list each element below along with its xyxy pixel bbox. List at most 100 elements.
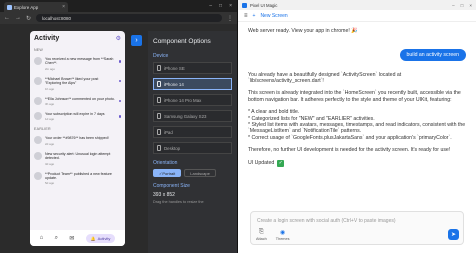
avatar — [34, 112, 42, 121]
reply-bullet: * Correct usage of `GoogleFonts.plusJaka… — [248, 134, 452, 141]
themes-button[interactable]: ◉ Themes — [276, 229, 290, 241]
hamburger-icon[interactable]: ≡ — [244, 13, 248, 19]
reply-paragraph-3: Therefore, no further UI development is … — [248, 147, 451, 154]
attach-button[interactable]: ⎘ Attach — [256, 229, 267, 241]
assistant-window: Pixel UI Magic – □ × ≡ + New Screen Web … — [238, 0, 476, 253]
address-bar[interactable]: localhost:8080 — [36, 14, 222, 22]
composer-input[interactable]: Create a login screen with social auth (… — [251, 212, 463, 230]
plus-icon[interactable]: + — [253, 13, 256, 19]
window-controls: – □ × — [452, 3, 472, 8]
attach-label: Attach — [256, 237, 267, 241]
forward-icon[interactable]: → — [15, 15, 21, 21]
device-option-label: iPad — [164, 129, 173, 135]
notification-time: 2d ago — [45, 141, 55, 146]
reply-bullet: * Styled list items with avatars, messag… — [248, 122, 466, 135]
nav-activity-label: Activity — [97, 235, 111, 241]
size-label: Component Size — [153, 183, 190, 189]
window-controls: – □ × — [209, 3, 237, 9]
nav-item-activity[interactable]: 🔔 Activity — [85, 233, 116, 243]
options-panel: Component Options Device iPhone SE iPhone… — [148, 31, 237, 253]
unread-dot-icon — [118, 79, 121, 83]
search-icon[interactable]: ⌕ — [55, 235, 58, 242]
minimize-icon[interactable]: – — [452, 3, 455, 8]
list-item[interactable]: **Ella Johnson** commented on your photo… — [30, 94, 125, 109]
list-item[interactable]: Your order **#9876** has been shipped! 2d… — [30, 133, 125, 148]
close-icon[interactable]: × — [229, 3, 232, 9]
list-item[interactable]: You received a new message from **Sarah … — [30, 54, 125, 74]
avatar — [34, 57, 42, 65]
user-message-text: build an activity screen — [399, 48, 466, 61]
notification-text: You received a new message from **Sarah … — [45, 57, 114, 66]
device-option[interactable]: iPhone 14 — [153, 78, 232, 90]
maximize-icon[interactable]: □ — [461, 3, 464, 8]
landscape-button[interactable]: Landscape — [184, 169, 216, 177]
notification-body: Your subscription will expire in 7 days 1… — [45, 112, 116, 121]
device-icon — [157, 129, 161, 135]
send-button[interactable]: ➤ — [448, 229, 459, 240]
orientation-toggle: ✓ Portrait Landscape — [153, 169, 232, 177]
avatar — [34, 171, 42, 180]
list-item[interactable]: New security alert: Unusual login attemp… — [30, 149, 125, 169]
browser-tab[interactable]: Explore App × — [4, 2, 68, 12]
device-option-label: iPhone SE — [164, 65, 185, 71]
notification-body: You received a new message from **Sarah … — [45, 57, 116, 71]
mail-icon[interactable]: ✉ — [69, 235, 74, 242]
device-label: Device — [153, 53, 169, 59]
device-icon — [157, 145, 161, 151]
bell-icon: 🔔 — [90, 235, 96, 241]
minimize-icon[interactable]: – — [209, 3, 212, 9]
notification-body: New security alert: Unusual login attemp… — [45, 152, 121, 166]
favicon-icon — [7, 4, 12, 10]
notification-body: **Ella Johnson** commented on your photo… — [45, 97, 116, 106]
new-notifications-list: You received a new message from **Sarah … — [30, 54, 125, 124]
portrait-button[interactable]: ✓ Portrait — [153, 169, 182, 177]
browser-menu-icon[interactable]: ⋮ — [227, 15, 233, 22]
browser-window: Explore App × – □ × ← → ↻ localhost:8080… — [0, 0, 237, 253]
tab-close-icon[interactable]: × — [62, 4, 65, 10]
assistant-reply: You already have a beautifully designed … — [248, 72, 466, 154]
device-option[interactable]: iPad — [153, 126, 232, 138]
device-option-label: Desktop — [164, 145, 181, 151]
device-option[interactable]: iPhone 14 Pro Max — [153, 94, 232, 106]
list-item[interactable]: Your subscription will expire in 7 days 1… — [30, 109, 125, 124]
notification-time: 2m ago — [45, 66, 56, 71]
device-option-label: iPhone 14 — [164, 81, 184, 87]
paperclip-icon: ⎘ — [258, 229, 264, 235]
list-item[interactable]: **Product Team** published a new feature… — [30, 169, 125, 189]
orientation-label: Orientation — [153, 160, 178, 166]
avatar — [34, 136, 42, 145]
section-new-label: NEW — [34, 48, 43, 52]
notification-text: Your subscription will expire in 7 days — [45, 112, 105, 117]
options-title: Component Options — [153, 38, 211, 45]
avatar — [34, 151, 42, 160]
themes-label: Themes — [275, 237, 290, 241]
palette-icon: ◉ — [280, 230, 286, 236]
close-icon[interactable]: × — [469, 3, 472, 8]
home-icon[interactable]: ⌂ — [40, 235, 44, 241]
maximize-icon[interactable]: □ — [219, 3, 222, 9]
new-screen-button[interactable]: New Screen — [260, 13, 287, 19]
notification-time: 1h ago — [45, 86, 55, 91]
ui-updated-status: UI Updated ✓ — [248, 159, 466, 167]
send-icon: ➤ — [450, 232, 457, 238]
list-item[interactable]: **Michael Brown** liked your post "Explo… — [30, 74, 125, 94]
back-icon[interactable]: ← — [4, 15, 10, 21]
device-option[interactable]: Samsung Galaxy S23 — [153, 110, 232, 122]
phone-preview: Activity ⚙ NEW You received a new messag… — [30, 31, 125, 246]
device-option-label: Samsung Galaxy S23 — [164, 113, 207, 119]
notification-body: **Michael Brown** liked your post "Explo… — [45, 77, 116, 91]
message-composer[interactable]: Create a login screen with social auth (… — [250, 211, 464, 245]
server-ready-message: Web server ready. View your app in chrom… — [248, 28, 358, 34]
gear-icon[interactable]: ⚙ — [116, 35, 121, 42]
device-icon — [157, 113, 161, 119]
composer-tools: ⎘ Attach ◉ Themes — [256, 229, 289, 241]
tab-title: Explore App — [14, 4, 39, 10]
collapse-panel-button[interactable]: › — [131, 35, 142, 46]
device-option[interactable]: iPhone SE — [153, 62, 232, 74]
app-title: Pixel UI Magic — [250, 2, 278, 8]
device-option[interactable]: Desktop — [153, 142, 232, 154]
device-icon — [157, 97, 161, 103]
reload-icon[interactable]: ↻ — [26, 15, 31, 22]
notification-text: **Product Team** published a new feature… — [45, 171, 112, 181]
notification-text: **Ella Johnson** commented on your photo… — [45, 96, 115, 101]
